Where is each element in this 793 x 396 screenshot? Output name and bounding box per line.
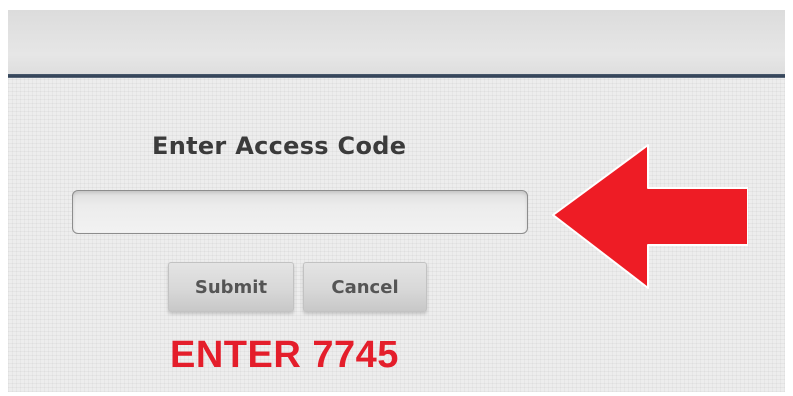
- page-title: Enter Access Code: [152, 132, 407, 160]
- top-band: [8, 10, 785, 74]
- screen: Enter Access Code Submit Cancel ENTER 77…: [8, 10, 785, 392]
- left-arrow-icon: [552, 144, 748, 289]
- cancel-button[interactable]: Cancel: [303, 262, 427, 312]
- instruction-text: ENTER 7745: [170, 334, 399, 376]
- submit-button[interactable]: Submit: [168, 262, 294, 312]
- top-divider: [8, 74, 785, 78]
- access-code-input[interactable]: [72, 190, 528, 234]
